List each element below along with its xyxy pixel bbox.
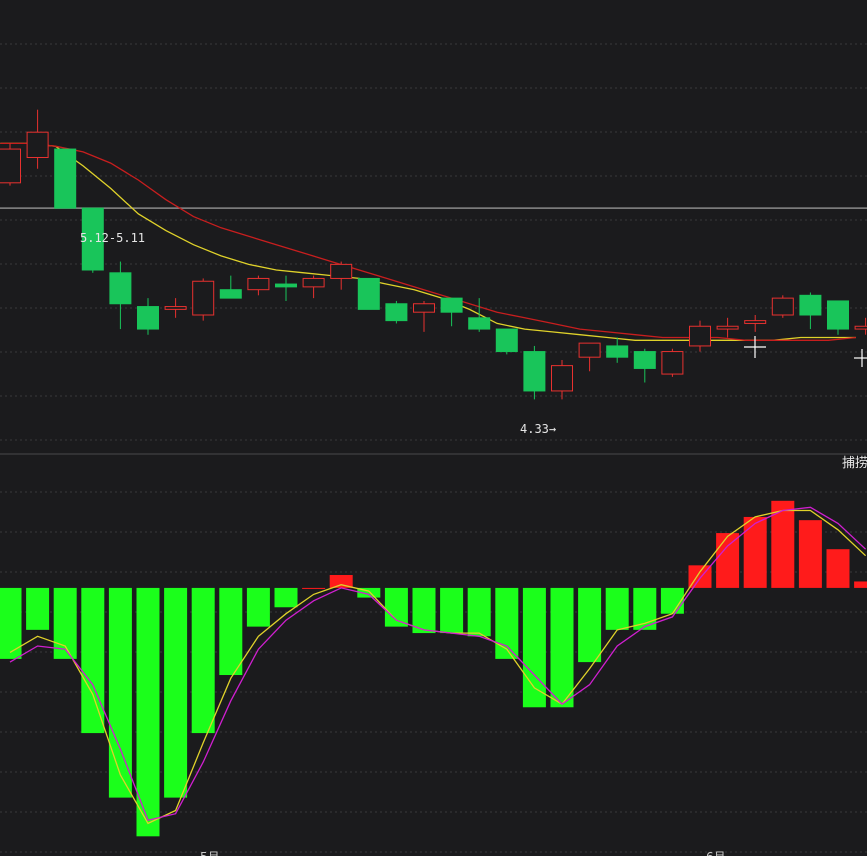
candle-body (164, 306, 187, 310)
candle-body (523, 351, 546, 392)
candle-body (192, 280, 215, 316)
candle-body (302, 277, 325, 288)
candle-body (854, 325, 867, 330)
macd-bar (826, 549, 850, 588)
macd-bar (440, 587, 464, 634)
candle-body (827, 300, 849, 330)
macd-bar (522, 587, 546, 708)
candle-body (744, 320, 767, 324)
candle-body (440, 297, 463, 313)
candle-body (661, 351, 684, 375)
candle-body (385, 303, 408, 322)
candle-body (495, 328, 518, 353)
macd-histogram (0, 500, 867, 837)
candle-body (219, 289, 242, 299)
macd-bar (191, 587, 215, 734)
candle-body (771, 297, 794, 316)
macd-bar (495, 587, 519, 659)
candle-body (0, 148, 21, 184)
crosshair-icon (744, 336, 766, 358)
candle-body (275, 283, 297, 288)
macd-bar (743, 516, 767, 588)
candlesticks (0, 109, 867, 400)
macd-bar (108, 587, 132, 798)
macd-bar (81, 587, 105, 734)
candle-body (137, 306, 159, 330)
candle-body (468, 317, 491, 330)
macd-bar (854, 581, 867, 588)
macd-bar (412, 587, 436, 634)
candle-body (606, 345, 629, 358)
candle-body (633, 351, 656, 369)
candle-body (109, 272, 132, 305)
macd-bar (219, 587, 243, 676)
low-price-label: 4.33→ (520, 422, 556, 436)
macd-bar (302, 587, 326, 589)
macd-bar (246, 587, 270, 627)
candle-body (330, 263, 353, 279)
month-label-may: 5月 (200, 850, 220, 856)
candle-body (716, 325, 739, 330)
macd-bar (578, 587, 602, 663)
range-label: 5.12-5.11 (80, 231, 145, 245)
candle-body (551, 365, 573, 392)
indicator-tag: 捕捞 (842, 455, 867, 471)
candle-body (578, 342, 601, 358)
macd-bar (467, 587, 491, 637)
macd-bar (164, 587, 188, 798)
candle-body (689, 325, 711, 347)
month-label-june: 6月 (706, 850, 726, 856)
stock-chart: 5.12-5.11 4.33→ 捕捞 5月 6月 (0, 43, 867, 856)
candle-body (54, 148, 77, 209)
candle-body (799, 294, 822, 316)
candle-body (247, 277, 270, 291)
macd-bar (550, 587, 574, 708)
macd-bar (26, 587, 50, 630)
macd-bar (798, 520, 822, 588)
macd-bar (274, 587, 298, 608)
candle-body (413, 303, 435, 313)
macd-bar (716, 533, 740, 588)
candle-body (26, 131, 49, 158)
macd-bar (605, 587, 629, 630)
candle-body (357, 277, 380, 310)
